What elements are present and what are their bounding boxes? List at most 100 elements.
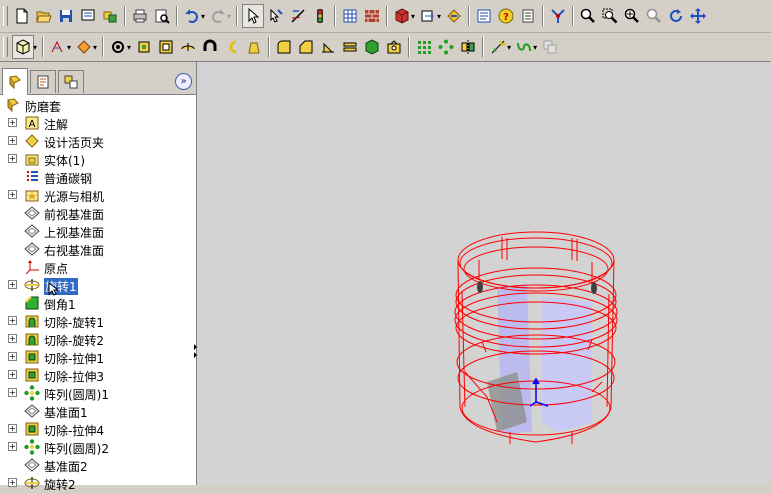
part-model-view[interactable]: [197, 62, 771, 485]
zoom-in-out-icon[interactable]: [622, 5, 642, 27]
zoom-to-fit-icon[interactable]: [578, 5, 598, 27]
edit-appearance-icon[interactable]: [74, 36, 94, 58]
chevron-down-icon[interactable]: ▾: [127, 43, 131, 52]
fillet-icon[interactable]: [274, 36, 294, 58]
chevron-down-icon[interactable]: ▾: [507, 43, 511, 52]
tree-item[interactable]: 前视基准面: [0, 204, 196, 222]
expand-toggle-icon[interactable]: +: [8, 136, 17, 145]
tab-feature-manager[interactable]: [2, 68, 28, 95]
make-assembly-icon[interactable]: [100, 5, 120, 27]
properties-icon[interactable]: [474, 5, 494, 27]
rotate-view-icon[interactable]: [666, 5, 686, 27]
grid-options-icon[interactable]: [340, 5, 360, 27]
tree-item[interactable]: + A 注解: [0, 114, 196, 132]
toolbar-grip[interactable]: [3, 6, 8, 26]
chevron-down-icon[interactable]: ▾: [93, 43, 97, 52]
expand-toggle-icon[interactable]: +: [8, 118, 17, 127]
expand-toggle-icon[interactable]: +: [8, 424, 17, 433]
photoworks-icon[interactable]: [444, 5, 464, 27]
rebuild-traffic-light-icon[interactable]: [310, 5, 330, 27]
rib-icon[interactable]: [318, 36, 338, 58]
help-icon[interactable]: ?: [496, 5, 516, 27]
curves-icon[interactable]: [514, 36, 534, 58]
tree-item[interactable]: 普通碳钢: [0, 168, 196, 186]
print-icon[interactable]: [130, 5, 150, 27]
tree-item[interactable]: + 阵列(圆周)2: [0, 438, 196, 456]
undo-icon[interactable]: [182, 5, 202, 27]
new-file-icon[interactable]: [12, 5, 32, 27]
tree-item[interactable]: + 旋转1: [0, 276, 196, 295]
tree-item[interactable]: + 阵列(圆周)1: [0, 384, 196, 402]
chamfer-tool-icon[interactable]: [296, 36, 316, 58]
expand-toggle-icon[interactable]: +: [8, 370, 17, 379]
appearance-cube-icon[interactable]: [392, 5, 412, 27]
materials-brick-icon[interactable]: [362, 5, 382, 27]
tree-item[interactable]: + 切除-拉伸3: [0, 366, 196, 384]
expand-toggle-icon[interactable]: +: [8, 280, 17, 289]
chevron-down-icon[interactable]: ▾: [67, 43, 71, 52]
expand-toggle-icon[interactable]: +: [8, 316, 17, 325]
tab-configuration-manager[interactable]: [58, 70, 84, 93]
tree-item[interactable]: 倒角1: [0, 294, 196, 312]
linear-pattern-icon[interactable]: [414, 36, 434, 58]
make-drawing-icon[interactable]: [78, 5, 98, 27]
tree-item[interactable]: 右视基准面: [0, 240, 196, 258]
graphics-area[interactable]: [197, 62, 771, 485]
tree-item[interactable]: 基准面2: [0, 456, 196, 474]
cut-sweep-icon[interactable]: [222, 36, 242, 58]
display-style-icon[interactable]: [12, 35, 34, 59]
pan-view-icon[interactable]: [688, 5, 708, 27]
tree-item[interactable]: + 切除-旋转2: [0, 330, 196, 348]
circular-pattern-tool-icon[interactable]: [436, 36, 456, 58]
chevron-down-icon[interactable]: ▾: [437, 12, 441, 21]
expand-toggle-icon[interactable]: +: [8, 388, 17, 397]
chevron-down-icon[interactable]: ▾: [533, 43, 537, 52]
tree-item[interactable]: 原点: [0, 258, 196, 276]
tree-item[interactable]: + 旋转2: [0, 474, 196, 492]
print-preview-icon[interactable]: [152, 5, 172, 27]
scene-icon[interactable]: [418, 5, 438, 27]
expand-toggle-icon[interactable]: +: [8, 442, 17, 451]
tree-item[interactable]: + 切除-拉伸1: [0, 348, 196, 366]
expand-toggle-icon[interactable]: +: [8, 190, 17, 199]
part-model[interactable]: [454, 231, 618, 444]
extruded-boss-icon[interactable]: [108, 36, 128, 58]
expand-panel-button[interactable]: »: [175, 73, 192, 90]
view-orientation-icon[interactable]: [548, 5, 568, 27]
tree-item[interactable]: 上视基准面: [0, 222, 196, 240]
hole-wizard-icon[interactable]: [384, 36, 404, 58]
options-icon[interactable]: [518, 5, 538, 27]
thin-feature-icon[interactable]: [200, 36, 220, 58]
expand-toggle-icon[interactable]: +: [8, 478, 17, 487]
reference-geometry-icon[interactable]: [488, 36, 508, 58]
expand-toggle-icon[interactable]: +: [8, 334, 17, 343]
tree-item[interactable]: + 实体(1): [0, 150, 196, 168]
draft-icon[interactable]: [362, 36, 382, 58]
tree-item[interactable]: + 设计活页夹: [0, 132, 196, 150]
mirror-icon[interactable]: [458, 36, 478, 58]
tab-property-manager[interactable]: [30, 70, 56, 93]
toolbar-grip[interactable]: [3, 37, 8, 57]
chevron-down-icon[interactable]: ▾: [411, 12, 415, 21]
shell-icon[interactable]: [340, 36, 360, 58]
tree-item[interactable]: + 切除-拉伸4: [0, 420, 196, 438]
revolved-boss-icon[interactable]: [134, 36, 154, 58]
select-pointer-icon[interactable]: [242, 4, 265, 28]
chevron-down-icon[interactable]: ▾: [201, 12, 205, 21]
tree-item[interactable]: + 光源与相机: [0, 186, 196, 204]
zoom-to-area-icon[interactable]: [600, 5, 620, 27]
tree-root-part[interactable]: 防磨套: [0, 96, 196, 114]
expand-toggle-icon[interactable]: +: [8, 154, 17, 163]
dome-icon[interactable]: [244, 36, 264, 58]
tree-item[interactable]: 基准面1: [0, 402, 196, 420]
lofted-boss-icon[interactable]: [178, 36, 198, 58]
tree-item[interactable]: + 切除-旋转1: [0, 312, 196, 330]
chevron-down-icon[interactable]: ▾: [33, 43, 37, 52]
sketch-icon[interactable]: [288, 5, 308, 27]
expand-toggle-icon[interactable]: +: [8, 352, 17, 361]
swept-boss-icon[interactable]: [156, 36, 176, 58]
rebuild-select-icon[interactable]: [266, 5, 286, 27]
save-icon[interactable]: [56, 5, 76, 27]
hide-show-items-icon[interactable]: [48, 36, 68, 58]
open-folder-icon[interactable]: [34, 5, 54, 27]
